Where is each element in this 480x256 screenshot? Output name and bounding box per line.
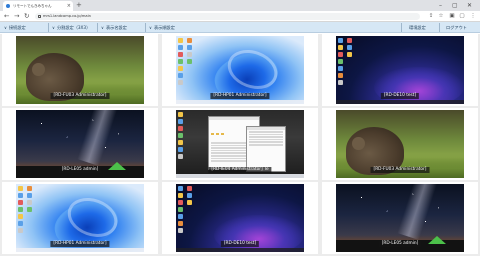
toolbar-item-label: 表示名設定: [105, 25, 127, 30]
logout-button[interactable]: ログアウト: [446, 22, 467, 33]
tab-title: リモートでんきみちゃん: [13, 4, 52, 8]
remote-screen-preview[interactable]: [RD-HP01 Administrator]: [176, 36, 304, 104]
toolbar-divider: [48, 23, 49, 32]
app-toolbar: ∨ 接続設定 ∨ 分割設定（3X3） ∨ 表示名設定 ∨ 表示順設定 環境設定 ログアウ…: [0, 22, 480, 33]
taskbar: [176, 174, 304, 178]
favicon-icon: [6, 4, 10, 8]
address-bar: ← → ↻ mrs1.landcomp.co.jp/main ⇪ ☆ ▣ ▢ ⋮: [0, 11, 480, 22]
tent-icon: [108, 161, 127, 170]
toolbar-divider: [401, 23, 402, 32]
toolbar-item-label: 表示順設定: [153, 25, 175, 30]
url-field[interactable]: mrs1.landcomp.co.jp/main: [35, 13, 420, 20]
tile-caption: [RD-DE10 test]: [220, 241, 260, 247]
extensions-icon[interactable]: ▣: [449, 13, 455, 20]
desktop-icons: [18, 186, 27, 233]
minimize-button[interactable]: –: [439, 0, 442, 11]
remote-desktop-tile[interactable]: [RD-IE04 Administrator] Te: [162, 108, 318, 180]
toolbar-item-label: 分割設定（3X3）: [56, 25, 91, 30]
reload-icon[interactable]: ↻: [24, 11, 29, 22]
display-name-settings-button[interactable]: ∨ 表示名設定: [101, 22, 127, 33]
taskbar: [176, 248, 304, 252]
connection-settings-button[interactable]: ∨ 接続設定: [4, 22, 26, 33]
tent-icon: [428, 235, 447, 244]
bookmark-star-icon[interactable]: ☆: [438, 13, 444, 20]
browser-tab[interactable]: リモートでんきみちゃん ×: [3, 1, 73, 11]
taskbar: [16, 248, 144, 252]
remote-screen-preview[interactable]: [RD-LE05 admin]: [16, 110, 144, 178]
remote-desktop-tile[interactable]: [RD-FU03 Administrator]: [2, 34, 158, 106]
remote-screen-preview[interactable]: [RD-LE05 admin]: [336, 184, 464, 252]
remote-desktop-tile[interactable]: [RD-HP01 Administrator]: [2, 182, 158, 254]
remote-screen-preview[interactable]: [RD-IE04 Administrator] Te: [176, 110, 304, 178]
remote-screen-preview[interactable]: [RD-HP01 Administrator]: [16, 184, 144, 252]
remote-screen-preview[interactable]: [RD-DE10 test]: [176, 184, 304, 252]
desktop-icons: [178, 112, 187, 159]
browser-tab-bar: リモートでんきみちゃん × + – ▢ ✕: [0, 0, 480, 11]
taskbar: [176, 100, 304, 104]
remote-desktop-tile[interactable]: [RD-DE10 test]: [322, 34, 478, 106]
tile-caption: [RD-LE05 admin]: [58, 167, 102, 173]
back-arrow-icon[interactable]: ←: [4, 11, 9, 22]
toolbar-item-label: 接続設定: [8, 25, 26, 30]
taskbar: [336, 100, 464, 104]
url-text: mrs1.landcomp.co.jp/main: [43, 14, 91, 18]
remote-screen-preview[interactable]: [RD-FU03 Administrator]: [336, 110, 464, 178]
remote-desktop-tile[interactable]: [RD-LE05 admin]: [322, 182, 478, 254]
forward-arrow-icon[interactable]: →: [14, 11, 19, 22]
tile-caption: [RD-IE04 Administrator] Te: [208, 167, 272, 173]
chevron-down-icon: ∨: [149, 25, 152, 30]
remote-desktop-tile[interactable]: [RD-HP01 Administrator]: [162, 34, 318, 106]
menu-kebab-icon[interactable]: ⋮: [470, 13, 476, 20]
close-window-button[interactable]: ✕: [467, 0, 472, 11]
chevron-down-icon: ∨: [4, 25, 7, 30]
remote-screen-preview[interactable]: [RD-FU03 Administrator]: [16, 36, 144, 104]
tile-caption: [RD-LE05 admin]: [378, 241, 422, 247]
chevron-down-icon: ∨: [52, 25, 55, 30]
tile-caption: [RD-DE10 test]: [380, 93, 420, 99]
desktop-icons: [178, 38, 187, 85]
remote-desktop-tile[interactable]: [RD-DE10 test]: [162, 182, 318, 254]
tile-caption: [RD-FU03 Administrator]: [50, 93, 110, 99]
remote-desktop-tile[interactable]: [RD-LE05 admin]: [2, 108, 158, 180]
tab-close-icon[interactable]: ×: [67, 1, 71, 11]
profile-icon[interactable]: ▢: [459, 13, 465, 20]
remote-desktop-tile[interactable]: [RD-FU03 Administrator]: [322, 108, 478, 180]
environment-settings-button[interactable]: 環境設定: [409, 22, 426, 33]
lock-icon: [38, 15, 41, 18]
tile-caption: [RD-FU03 Administrator]: [370, 167, 430, 173]
split-settings-button[interactable]: ∨ 分割設定（3X3）: [52, 22, 90, 33]
new-tab-button[interactable]: +: [76, 0, 82, 11]
remote-desktop-grid: [RD-FU03 Administrator] [RD-HP01 Administ…: [0, 34, 480, 256]
toolbar-divider: [145, 23, 146, 32]
tile-caption: [RD-HP01 Administrator]: [50, 241, 110, 247]
chevron-down-icon: ∨: [101, 25, 104, 30]
explorer-window: [246, 126, 286, 172]
desktop-icons: [178, 186, 187, 233]
remote-screen-preview[interactable]: [RD-DE10 test]: [336, 36, 464, 104]
toolbar-divider: [439, 23, 440, 32]
desktop-icons: [338, 38, 347, 85]
display-order-settings-button[interactable]: ∨ 表示順設定: [149, 22, 175, 33]
tile-caption: [RD-HP01 Administrator]: [210, 93, 270, 99]
restore-button[interactable]: ▢: [452, 0, 458, 11]
share-icon[interactable]: ⇪: [428, 13, 434, 20]
toolbar-divider: [97, 23, 98, 32]
